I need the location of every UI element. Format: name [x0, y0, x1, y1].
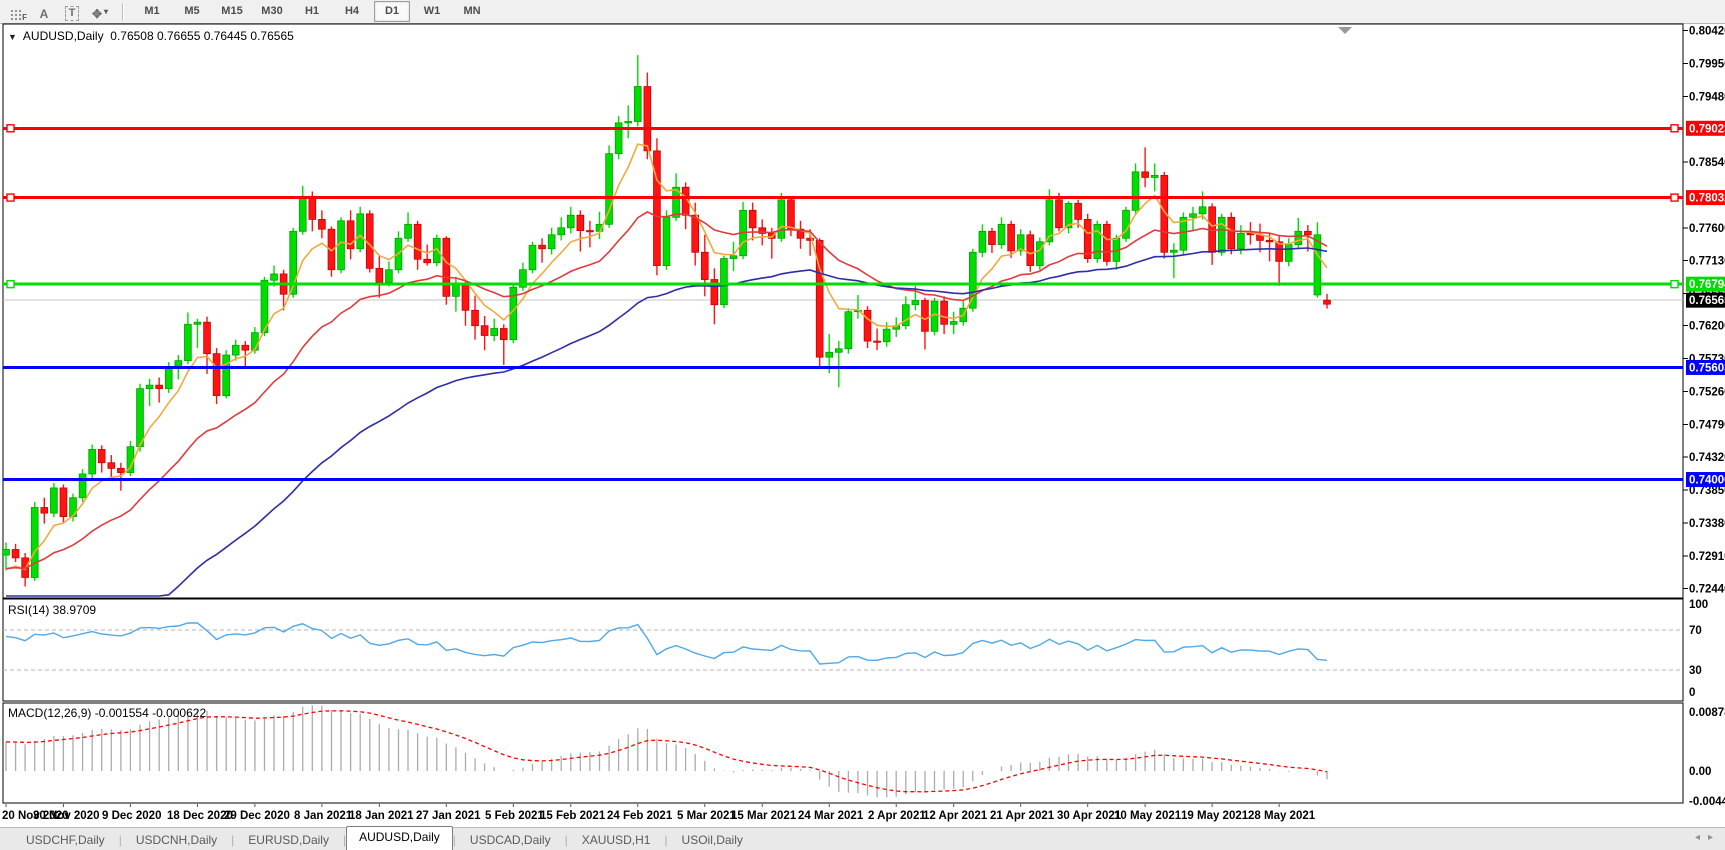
- tab-usoil-daily[interactable]: USOil,Daily: [668, 831, 757, 849]
- svg-text:0.74000: 0.74000: [1689, 475, 1725, 487]
- tab-usdchf-daily[interactable]: USDCHF,Daily: [12, 831, 119, 849]
- svg-text:0.77130: 0.77130: [1689, 256, 1725, 268]
- svg-text:0.76565: 0.76565: [1689, 295, 1725, 307]
- svg-text:12 Apr 2021: 12 Apr 2021: [923, 810, 988, 822]
- tab-audusd-daily[interactable]: AUDUSD,Daily: [346, 826, 453, 850]
- ohlc-readout: 0.76508 0.76655 0.76445 0.76565: [110, 29, 294, 43]
- svg-text:0.72440: 0.72440: [1689, 584, 1725, 596]
- svg-text:0.77600: 0.77600: [1689, 223, 1725, 235]
- svg-text:-0.00445: -0.00445: [1689, 796, 1725, 808]
- svg-text:70: 70: [1689, 625, 1702, 637]
- svg-text:5 Feb 2021: 5 Feb 2021: [485, 810, 544, 822]
- tab-scroll-arrows[interactable]: ◂▸: [1695, 832, 1721, 843]
- svg-text:15 Mar 2021: 15 Mar 2021: [731, 810, 797, 822]
- macd-panel[interactable]: 0.008782 0.00 -0.00445: [2, 702, 1725, 808]
- svg-text:19 May 2021: 19 May 2021: [1181, 810, 1249, 822]
- rsi-indicator-label: RSI(14) 38.9709: [8, 603, 97, 617]
- svg-text:0.72910: 0.72910: [1689, 551, 1725, 563]
- svg-text:0.74790: 0.74790: [1689, 419, 1725, 431]
- symbol-timeframe-label: AUDUSD,Daily: [22, 29, 104, 43]
- price-chart-svg[interactable]: 0.80420 0.79950 0.79480 0.78540 0.77600 0.771…: [0, 0, 1725, 827]
- svg-text:21 Apr 2021: 21 Apr 2021: [990, 810, 1055, 822]
- terminal-window: F A T ✥ ▾ M1 M5 M15 M30 H1 H4 D1 W1 MN ▼ AUDUSD,Daily…: [0, 0, 1725, 850]
- svg-text:10 May 2021: 10 May 2021: [1114, 810, 1182, 822]
- rsi-panel[interactable]: 100 70 30 0: [2, 598, 1708, 702]
- svg-text:0.80420: 0.80420: [1689, 26, 1725, 38]
- svg-text:5 Mar 2021: 5 Mar 2021: [677, 810, 736, 822]
- svg-text:0.78540: 0.78540: [1689, 157, 1725, 169]
- svg-text:15 Feb 2021: 15 Feb 2021: [540, 810, 606, 822]
- svg-text:9 Dec 2020: 9 Dec 2020: [102, 810, 161, 822]
- svg-text:30: 30: [1689, 665, 1702, 677]
- svg-text:0.76200: 0.76200: [1689, 321, 1725, 333]
- svg-text:0.78032: 0.78032: [1689, 193, 1725, 205]
- current-price-flag: 0.76565: [1686, 292, 1725, 308]
- svg-text:0.74320: 0.74320: [1689, 452, 1725, 464]
- svg-text:24 Feb 2021: 24 Feb 2021: [607, 810, 673, 822]
- svg-text:24 Mar 2021: 24 Mar 2021: [798, 810, 864, 822]
- symbol-dropdown-icon[interactable]: ▼: [8, 32, 17, 42]
- svg-text:0.008782: 0.008782: [1689, 707, 1725, 719]
- svg-text:0.79023: 0.79023: [1689, 123, 1725, 135]
- svg-text:100: 100: [1689, 599, 1708, 611]
- svg-text:2 Apr 2021: 2 Apr 2021: [868, 810, 926, 822]
- tab-xauusd-h1[interactable]: XAUUSD,H1: [568, 831, 665, 849]
- tab-usdcnh-daily[interactable]: USDCNH,Daily: [122, 831, 231, 849]
- svg-text:0.75603: 0.75603: [1689, 362, 1725, 374]
- symbol-tab-bar: USDCHF,Daily | USDCNH,Daily | EURUSD,Daily | A…: [0, 826, 1725, 850]
- price-panel[interactable]: [2, 23, 1684, 599]
- svg-text:0.73380: 0.73380: [1689, 518, 1725, 530]
- svg-text:18 Jan 2021: 18 Jan 2021: [349, 810, 414, 822]
- chart-title: ▼ AUDUSD,Daily 0.76508 0.76655 0.76445 0.…: [8, 29, 294, 43]
- tab-usdcad-daily[interactable]: USDCAD,Daily: [456, 831, 565, 849]
- axis-price-flag: 0.79023: [1686, 120, 1725, 136]
- svg-text:30 Apr 2021: 30 Apr 2021: [1057, 810, 1122, 822]
- axis-price-flag: 0.74000: [1686, 472, 1725, 488]
- date-axis[interactable]: 20 Nov 202030 Nov 2020 9 Dec 2020 18 Dec 2…: [2, 804, 1316, 822]
- svg-text:28 May 2021: 28 May 2021: [1248, 810, 1316, 822]
- svg-text:0.76794: 0.76794: [1689, 279, 1725, 291]
- svg-text:29 Dec 2020: 29 Dec 2020: [224, 810, 290, 822]
- svg-text:18 Dec 2020: 18 Dec 2020: [167, 810, 233, 822]
- svg-text:30 Nov 2020: 30 Nov 2020: [33, 810, 100, 822]
- price-axis[interactable]: 0.80420 0.79950 0.79480 0.78540 0.77600 0.771…: [1683, 26, 1725, 596]
- axis-price-flag: 0.78032: [1686, 190, 1725, 206]
- svg-text:8 Jan 2021: 8 Jan 2021: [294, 810, 353, 822]
- tab-eurusd-daily[interactable]: EURUSD,Daily: [234, 831, 343, 849]
- macd-indicator-label: MACD(12,26,9) -0.001554 -0.000622: [8, 706, 207, 720]
- axis-price-flag: 0.75603: [1686, 359, 1725, 375]
- svg-text:0.00: 0.00: [1689, 766, 1711, 778]
- axis-price-flag: 0.76794: [1686, 276, 1725, 292]
- svg-text:27 Jan 2021: 27 Jan 2021: [416, 810, 481, 822]
- svg-text:0: 0: [1689, 687, 1695, 699]
- svg-text:0.75260: 0.75260: [1689, 386, 1725, 398]
- svg-text:0.79480: 0.79480: [1689, 91, 1725, 103]
- svg-text:0.79950: 0.79950: [1689, 58, 1725, 70]
